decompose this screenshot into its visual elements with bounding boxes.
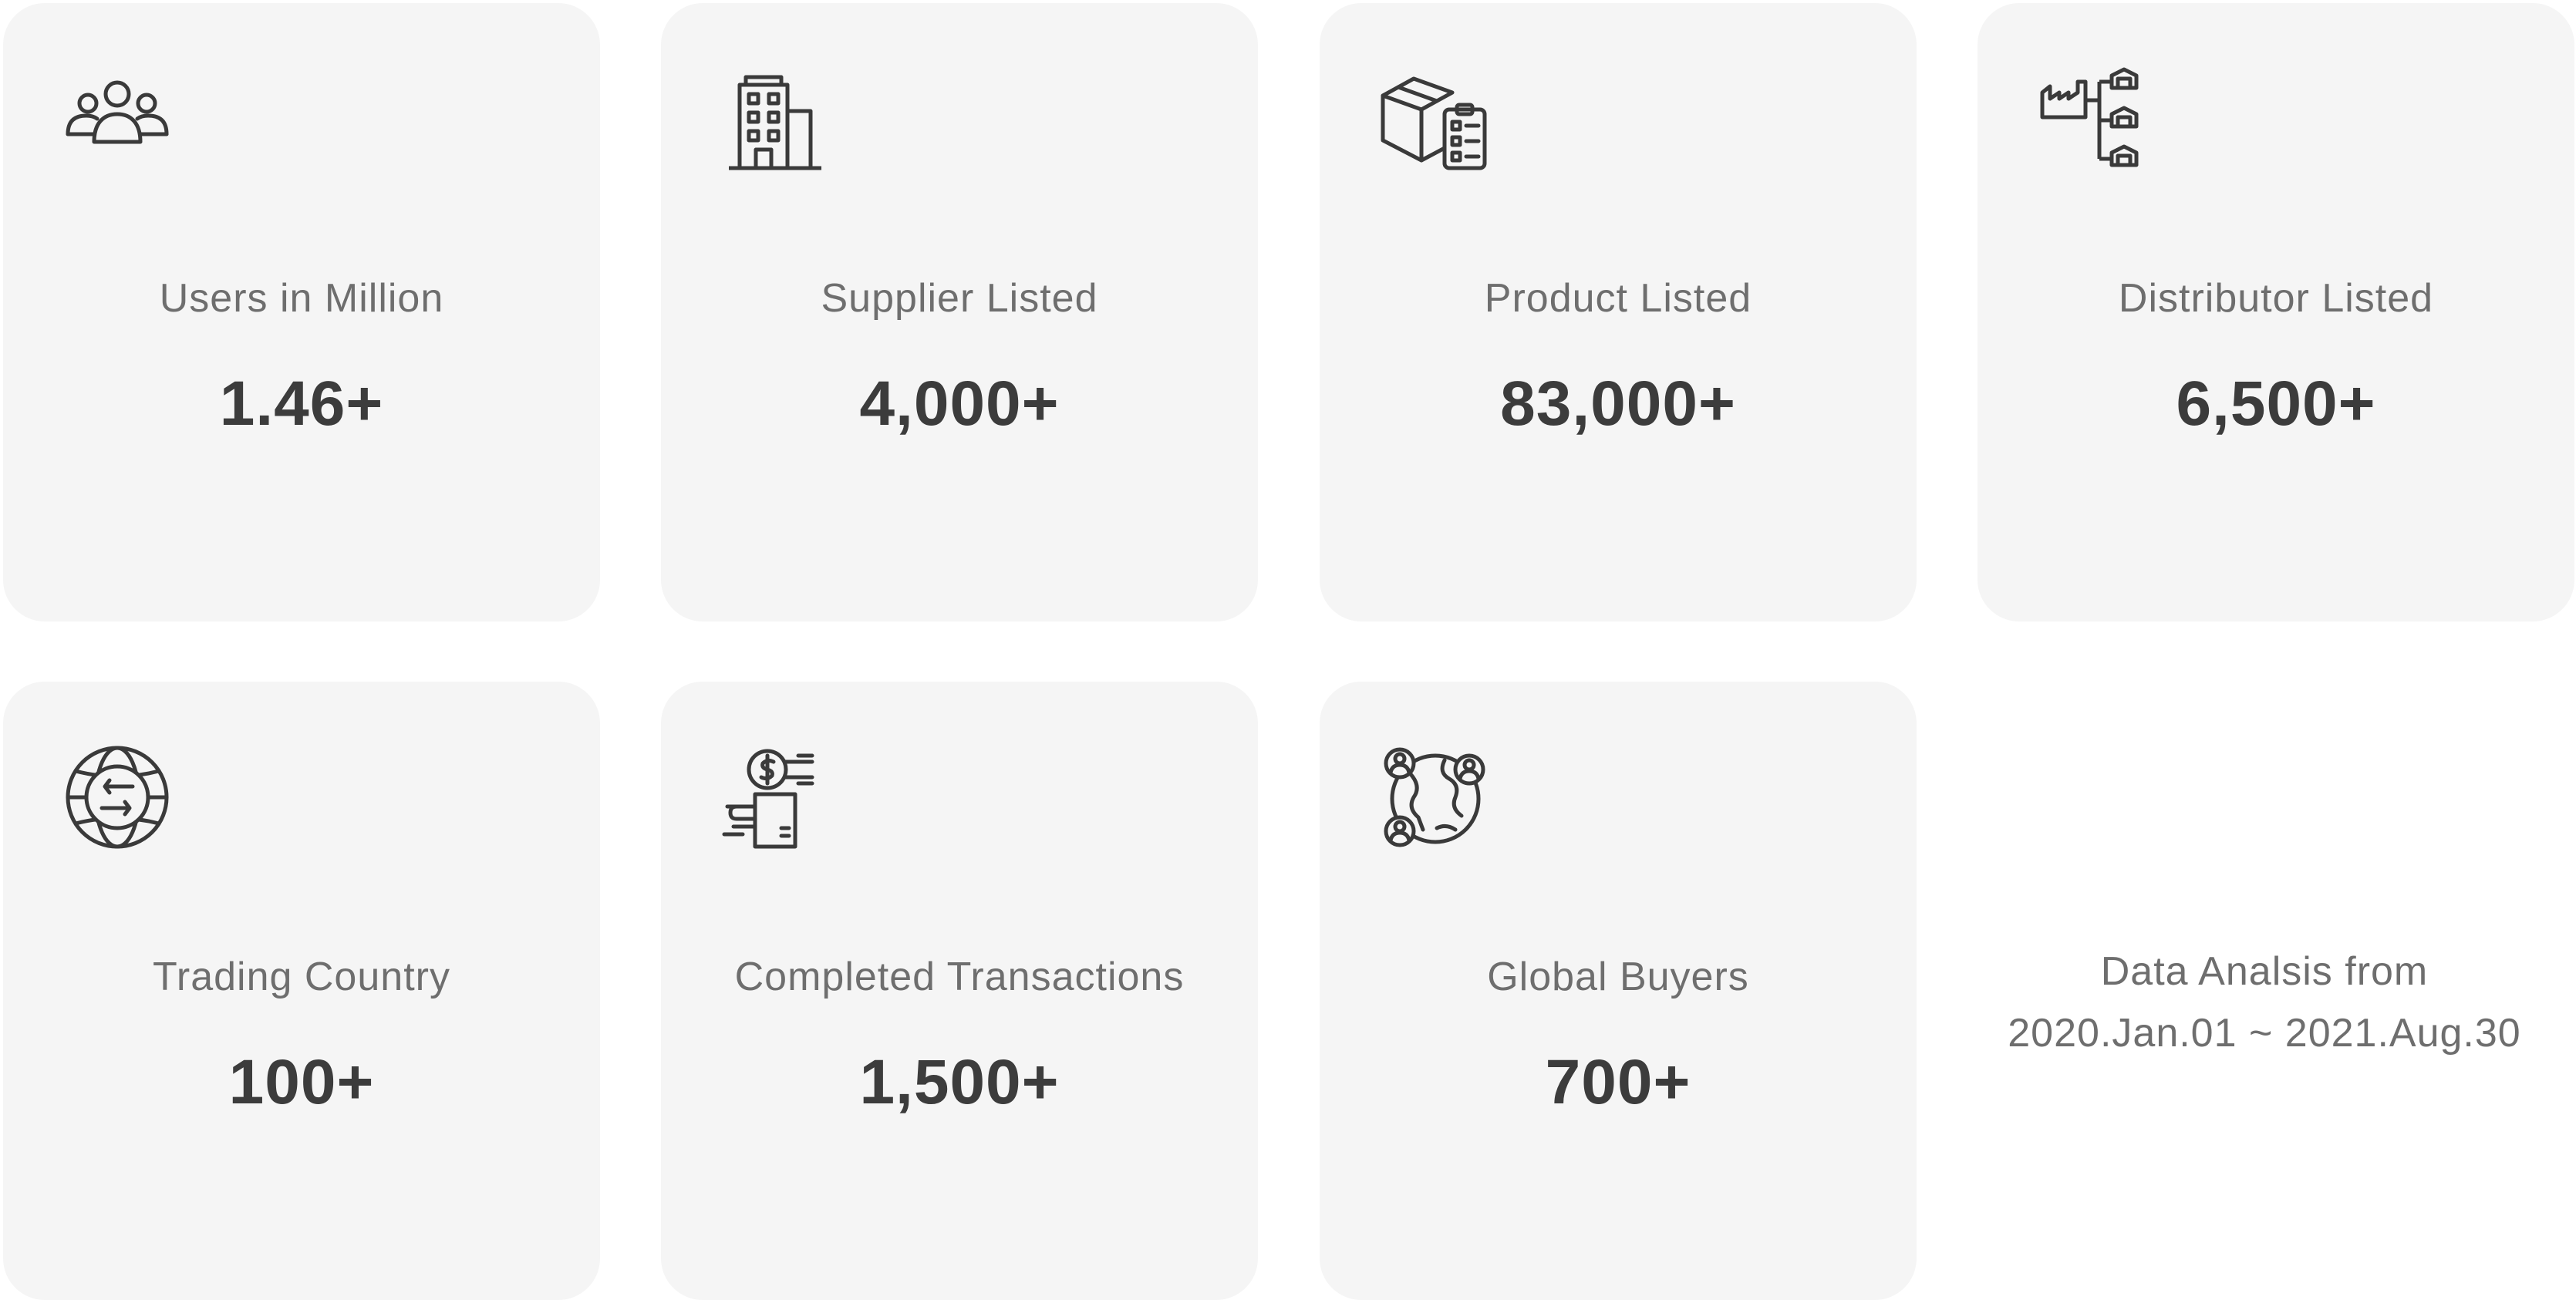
stat-label: Completed Transactions	[734, 955, 1185, 999]
hand-money-icon	[721, 743, 829, 851]
stat-label: Distributor Listed	[2118, 276, 2434, 321]
box-checklist-icon	[1380, 65, 1488, 173]
stat-label: Product Listed	[1484, 276, 1752, 321]
stat-value: 4,000+	[859, 369, 1060, 439]
building-icon	[721, 65, 829, 173]
globe-exchange-icon	[63, 743, 171, 851]
stat-value: 1,500+	[859, 1047, 1060, 1117]
data-range-note: Data Analsis from 2020.Jan.01 ~ 2021.Aug…	[1978, 941, 2551, 1064]
stat-card-global-buyers: Global Buyers 700+	[1320, 682, 1917, 1300]
stat-card-supplier: Supplier Listed 4,000+	[661, 3, 1258, 621]
users-group-icon	[63, 65, 171, 173]
stat-value: 6,500+	[2176, 369, 2376, 439]
factory-warehouses-icon	[2038, 65, 2146, 173]
stat-card-product: Product Listed 83,000+	[1320, 3, 1917, 621]
stat-card-distributor: Distributor Listed 6,500+	[1978, 3, 2574, 621]
note-line-1: Data Analsis from	[2100, 949, 2429, 994]
stat-value: 100+	[228, 1047, 375, 1117]
stat-value: 1.46+	[219, 369, 384, 439]
stat-value: 83,000+	[1500, 369, 1736, 439]
stat-label: Supplier Listed	[821, 276, 1098, 321]
stat-label: Global Buyers	[1487, 955, 1749, 999]
stat-card-transactions: Completed Transactions 1,500+	[661, 682, 1258, 1300]
stat-card-users: Users in Million 1.46+	[3, 3, 600, 621]
stat-card-trading-country: Trading Country 100+	[3, 682, 600, 1300]
note-line-2: 2020.Jan.01 ~ 2021.Aug.30	[2008, 1011, 2521, 1056]
stat-label: Users in Million	[159, 276, 444, 321]
stat-value: 700+	[1545, 1047, 1691, 1117]
stat-label: Trading Country	[153, 955, 450, 999]
global-buyers-icon	[1380, 743, 1488, 851]
